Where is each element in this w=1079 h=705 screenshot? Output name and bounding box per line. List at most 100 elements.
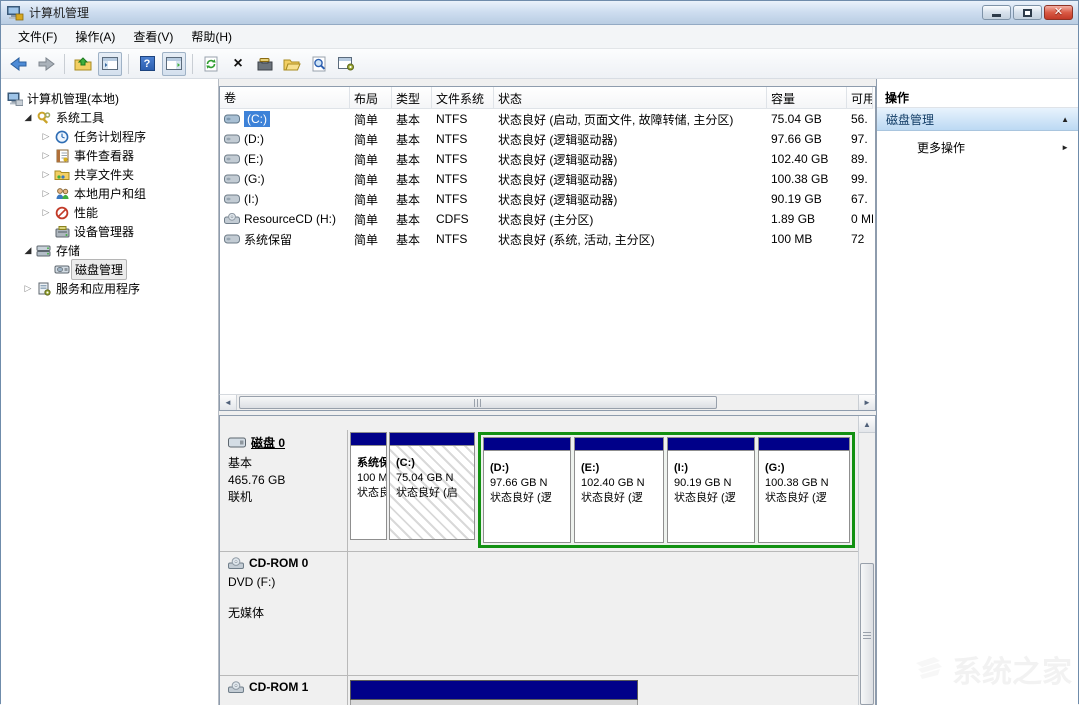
column-header-free[interactable]: 可用	[847, 87, 873, 109]
tree-item-label: 服务和应用程序	[53, 279, 143, 298]
column-header-status[interactable]: 状态	[494, 87, 767, 109]
volume-row-e[interactable]: (E:) 简单 基本 NTFS 状态良好 (逻辑驱动器) 102.40 GB 8…	[220, 149, 875, 169]
partition-d[interactable]: (D:)97.66 GB N状态良好 (逻	[483, 437, 571, 543]
tree-item-label: 本地用户和组	[71, 184, 149, 203]
export-list-button[interactable]	[71, 52, 95, 76]
scrollbar-thumb[interactable]	[860, 563, 874, 705]
cdrom0-graph	[348, 552, 858, 675]
help-button[interactable]: ?	[135, 52, 159, 76]
scrollbar-track[interactable]	[237, 395, 858, 410]
collapsed-icon[interactable]: ▷	[21, 283, 35, 294]
menu-file[interactable]: 文件(F)	[9, 25, 66, 48]
more-actions-item[interactable]: 更多操作 ►	[877, 131, 1078, 156]
close-button[interactable]: ✕	[1044, 5, 1073, 20]
cdrom1-label[interactable]: CD-ROM 1	[220, 676, 348, 705]
scrollbar-track[interactable]	[859, 433, 875, 705]
cell-status: 状态良好 (系统, 活动, 主分区)	[494, 231, 767, 248]
volume-row-i[interactable]: (I:) 简单 基本 NTFS 状态良好 (逻辑驱动器) 90.19 GB 67…	[220, 189, 875, 209]
tree-item-label: 设备管理器	[71, 222, 137, 241]
actions-pane-title: 操作	[877, 86, 1078, 108]
partition-g[interactable]: (G:)100.38 GB N状态良好 (逻	[758, 437, 850, 543]
tree-item-label: 任务计划程序	[71, 127, 149, 146]
refresh-button[interactable]	[199, 52, 223, 76]
volume-row-h[interactable]: ResourceCD (H:) 简单 基本 CDFS 状态良好 (主分区) 1.…	[220, 209, 875, 229]
tree-item-task-scheduler[interactable]: ▷ 任务计划程序	[1, 127, 218, 146]
maximize-button[interactable]	[1013, 5, 1042, 20]
collapsed-icon[interactable]: ▷	[39, 188, 53, 199]
expanded-icon[interactable]: ◢	[21, 112, 35, 123]
partition-size: 100 MB N	[357, 472, 386, 484]
cell-layout: 简单	[350, 171, 392, 188]
horizontal-scrollbar[interactable]: ◄ ►	[219, 394, 876, 411]
open-folder-button[interactable]	[280, 52, 304, 76]
cell-capacity: 102.40 GB	[767, 152, 847, 166]
cdrom1-media-band[interactable]	[350, 680, 638, 700]
show-action-pane-button[interactable]	[162, 52, 186, 76]
tree-item-shared-folders[interactable]: ▷ 共享文件夹	[1, 165, 218, 184]
action-pane-icon	[166, 57, 182, 70]
delete-button[interactable]: ×	[226, 52, 250, 76]
column-header-volume[interactable]: 卷	[220, 87, 350, 109]
volume-row-g[interactable]: (G:) 简单 基本 NTFS 状态良好 (逻辑驱动器) 100.38 GB 9…	[220, 169, 875, 189]
collapsed-icon[interactable]: ▷	[39, 207, 53, 218]
tree-item-disk-management[interactable]: 磁盘管理	[1, 260, 218, 279]
collapsed-icon[interactable]: ▷	[39, 131, 53, 142]
submenu-arrow-icon: ►	[1061, 143, 1069, 152]
cell-status: 状态良好 (逻辑驱动器)	[494, 171, 767, 188]
cell-fs: NTFS	[432, 232, 494, 246]
collapse-icon[interactable]: ▲	[1061, 115, 1069, 124]
tree-item-services-applications[interactable]: ▷ 服务和应用程序	[1, 279, 218, 298]
tree-item-label: 存储	[53, 241, 83, 260]
logical-drive-band	[759, 438, 849, 451]
volume-row-d[interactable]: (D:) 简单 基本 NTFS 状态良好 (逻辑驱动器) 97.66 GB 97…	[220, 129, 875, 149]
scrollbar-thumb[interactable]	[239, 396, 717, 409]
extended-partition: (D:)97.66 GB N状态良好 (逻 (E:)102.40 GB N状态良…	[478, 432, 855, 548]
vertical-scrollbar[interactable]: ▲	[858, 416, 875, 705]
menu-help[interactable]: 帮助(H)	[182, 25, 241, 48]
cell-free: 0 MB	[847, 212, 873, 226]
scroll-right-button[interactable]: ►	[858, 395, 875, 410]
tree-item-event-viewer[interactable]: ▷ 事件查看器	[1, 146, 218, 165]
volume-row-c[interactable]: (C:) 简单 基本 NTFS 状态良好 (启动, 页面文件, 故障转储, 主分…	[220, 109, 875, 129]
properties-button[interactable]	[253, 52, 277, 76]
expanded-icon[interactable]: ◢	[21, 245, 35, 256]
menu-action[interactable]: 操作(A)	[66, 25, 124, 48]
scroll-left-button[interactable]: ◄	[220, 395, 237, 410]
cell-layout: 简单	[350, 231, 392, 248]
volume-row-system-reserved[interactable]: 系统保留 简单 基本 NTFS 状态良好 (系统, 活动, 主分区) 100 M…	[220, 229, 875, 249]
column-header-capacity[interactable]: 容量	[767, 87, 847, 109]
drive-icon	[224, 193, 240, 205]
tree-item-local-users-groups[interactable]: ▷ 本地用户和组	[1, 184, 218, 203]
menu-view[interactable]: 查看(V)	[124, 25, 182, 48]
find-button[interactable]	[307, 52, 331, 76]
partition-system-reserved[interactable]: 系统保留100 MB N状态良好 (	[350, 432, 387, 540]
cell-type: 基本	[392, 211, 432, 228]
partition-e[interactable]: (E:)102.40 GB N状态良好 (逻	[574, 437, 664, 543]
column-header-type[interactable]: 类型	[392, 87, 432, 109]
actions-group-disk-management[interactable]: 磁盘管理 ▲	[877, 108, 1078, 131]
tree-item-device-manager[interactable]: 设备管理器	[1, 222, 218, 241]
tree-item-computer-management[interactable]: 计算机管理(本地)	[1, 89, 218, 108]
volume-name: (I:)	[244, 192, 259, 206]
primary-partition-band	[390, 433, 474, 446]
cell-capacity: 90.19 GB	[767, 192, 847, 206]
partition-c-selected[interactable]: (C:)75.04 GB N状态良好 (启	[389, 432, 475, 540]
disk0-label[interactable]: 磁盘 0 基本 465.76 GB 联机	[220, 430, 348, 551]
forward-button[interactable]	[34, 52, 58, 76]
show-console-tree-button[interactable]	[98, 52, 122, 76]
tree-item-system-tools[interactable]: ◢ 系统工具	[1, 108, 218, 127]
console-settings-button[interactable]	[334, 52, 358, 76]
column-header-layout[interactable]: 布局	[350, 87, 392, 109]
tree-item-storage[interactable]: ◢ 存储	[1, 241, 218, 260]
collapsed-icon[interactable]: ▷	[39, 169, 53, 180]
back-button[interactable]	[7, 52, 31, 76]
partition-label: (D:)	[490, 462, 509, 474]
cdrom0-label[interactable]: CD-ROM 0 DVD (F:) 无媒体	[220, 552, 348, 675]
collapsed-icon[interactable]: ▷	[39, 150, 53, 161]
tree-item-performance[interactable]: ▷ 性能	[1, 203, 218, 222]
column-header-fs[interactable]: 文件系统	[432, 87, 494, 109]
partition-i[interactable]: (I:)90.19 GB N状态良好 (逻	[667, 437, 755, 543]
partition-status: 状态良好 (启	[396, 487, 458, 499]
minimize-button[interactable]	[982, 5, 1011, 20]
scroll-up-button[interactable]: ▲	[859, 416, 875, 433]
